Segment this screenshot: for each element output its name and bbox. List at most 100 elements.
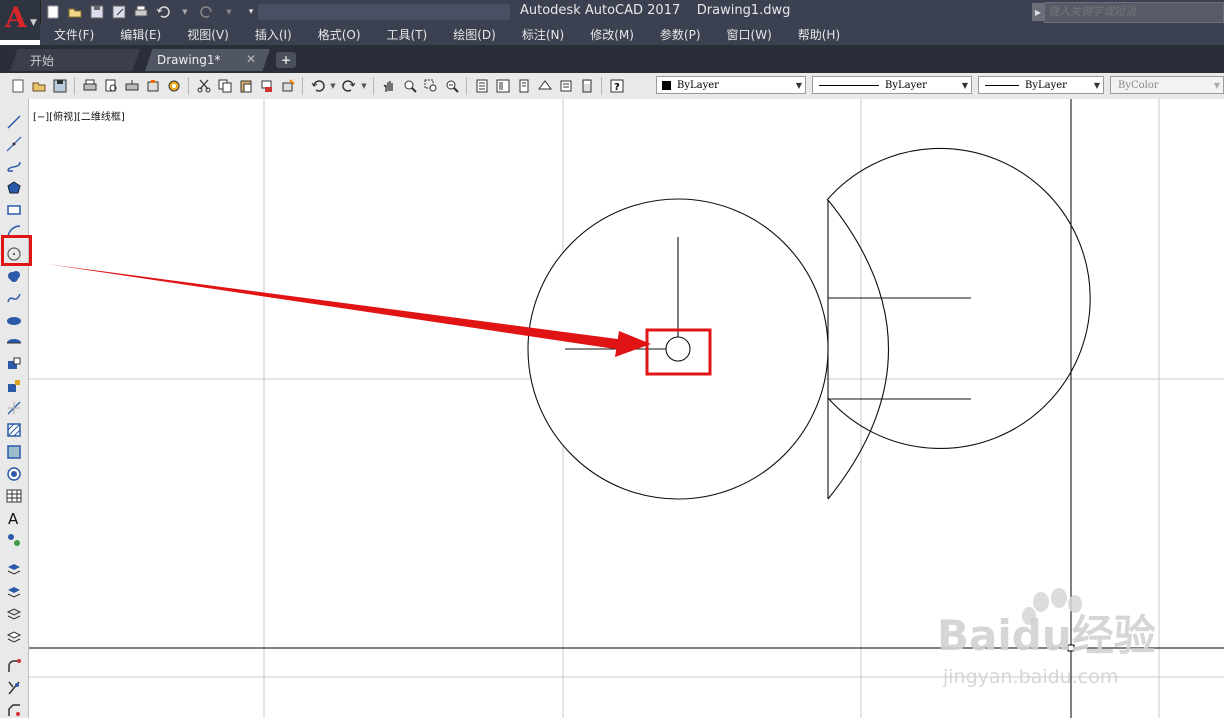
save-icon[interactable] <box>88 3 106 21</box>
layer-icon[interactable] <box>4 560 24 580</box>
table-icon[interactable] <box>4 486 24 506</box>
application-menu-button[interactable]: A ▼ <box>0 0 41 40</box>
undo-dropdown-icon[interactable]: ▼ <box>329 77 337 96</box>
menu-help[interactable]: 帮助(H) <box>784 26 852 43</box>
new-icon[interactable] <box>8 77 27 96</box>
add-selected-icon[interactable] <box>4 530 24 550</box>
polygon-icon[interactable] <box>4 178 24 198</box>
viewport-controls[interactable]: [−][俯视][二维线框] <box>33 108 125 123</box>
revision-cloud-icon[interactable] <box>4 266 24 286</box>
design-center-palette-icon[interactable] <box>493 77 512 96</box>
match-properties-icon[interactable] <box>257 77 276 96</box>
plot-style-control[interactable]: ByColor ▼ <box>1110 76 1224 94</box>
redo-dropdown-icon[interactable]: ▼ <box>220 3 238 21</box>
region-icon[interactable] <box>4 464 24 484</box>
zoom-previous-icon[interactable] <box>442 77 461 96</box>
lineweight-control[interactable]: ByLayer ▼ <box>978 76 1104 94</box>
layer-freeze-icon[interactable] <box>4 626 24 646</box>
search-input[interactable] <box>1045 3 1223 20</box>
color-control[interactable]: ByLayer ▼ <box>656 76 806 94</box>
linetype-control[interactable]: ByLayer ▼ <box>812 76 972 94</box>
calculator-icon[interactable] <box>577 77 596 96</box>
cut-icon[interactable] <box>194 77 213 96</box>
3d-print-icon[interactable] <box>143 77 162 96</box>
open-icon[interactable] <box>66 3 84 21</box>
menu-tools[interactable]: 工具(T) <box>373 26 440 43</box>
draw-toolbar: A <box>0 99 29 718</box>
menu-edit[interactable]: 编辑(E) <box>106 26 173 43</box>
properties-icon[interactable] <box>472 77 491 96</box>
layer-iso-icon[interactable] <box>4 604 24 624</box>
redo-dropdown-icon[interactable]: ▼ <box>360 77 368 96</box>
copy-icon[interactable] <box>215 77 234 96</box>
insert-block-icon[interactable] <box>4 354 24 374</box>
menu-modify[interactable]: 修改(M) <box>576 26 646 43</box>
drawing-geometry <box>527 147 1091 500</box>
close-icon[interactable]: ✕ <box>246 52 256 66</box>
gradient-icon[interactable] <box>4 442 24 462</box>
watermark-brand: Baidu经验 <box>937 611 1156 660</box>
search-box[interactable] <box>1044 2 1224 23</box>
make-block-icon[interactable] <box>4 376 24 396</box>
point-icon[interactable] <box>4 398 24 418</box>
chamfer-icon[interactable] <box>4 700 24 720</box>
undo-icon[interactable] <box>154 3 172 21</box>
chevron-down-icon[interactable]: ▼ <box>793 81 805 90</box>
construction-line-icon[interactable] <box>4 134 24 154</box>
redo-icon[interactable] <box>339 77 358 96</box>
plot-icon[interactable] <box>80 77 99 96</box>
block-editor-icon[interactable] <box>278 77 297 96</box>
new-icon[interactable] <box>44 3 62 21</box>
multiline-text-icon[interactable]: A <box>4 508 24 528</box>
search-expand-icon[interactable]: ▶ <box>1032 3 1044 21</box>
menu-bar: 文件(F) 编辑(E) 视图(V) 插入(I) 格式(O) 工具(T) 绘图(D… <box>40 24 1224 45</box>
menu-parametric[interactable]: 参数(P) <box>646 26 713 43</box>
zoom-window-icon[interactable] <box>421 77 440 96</box>
line-icon[interactable] <box>4 112 24 132</box>
tool-palettes-icon[interactable] <box>514 77 533 96</box>
menu-view[interactable]: 视图(V) <box>173 26 241 43</box>
save-icon[interactable] <box>50 77 69 96</box>
help-icon[interactable]: ? <box>607 77 626 96</box>
publish-icon[interactable] <box>122 77 141 96</box>
trim-icon[interactable] <box>4 678 24 698</box>
lineweight-value: ByLayer <box>1025 79 1067 91</box>
ellipse-arc-icon[interactable] <box>4 332 24 352</box>
markup-icon[interactable] <box>556 77 575 96</box>
sheet-set-icon[interactable] <box>535 77 554 96</box>
spline-icon[interactable] <box>4 288 24 308</box>
rectangle-icon[interactable] <box>4 200 24 220</box>
design-center-icon[interactable] <box>164 77 183 96</box>
save-as-icon[interactable] <box>110 3 128 21</box>
menu-insert[interactable]: 插入(I) <box>241 26 304 43</box>
fillet-icon[interactable] <box>4 656 24 676</box>
chevron-down-icon[interactable]: ▼ <box>1211 81 1223 90</box>
new-tab-button[interactable]: + <box>276 52 296 68</box>
menu-dimension[interactable]: 标注(N) <box>508 26 576 43</box>
chevron-down-icon[interactable]: ▼ <box>1091 81 1103 90</box>
svg-text:A: A <box>8 510 19 526</box>
undo-icon[interactable] <box>308 77 327 96</box>
hatch-icon[interactable] <box>4 420 24 440</box>
plot-style-value: ByColor <box>1118 79 1159 91</box>
undo-dropdown-icon[interactable]: ▼ <box>176 3 194 21</box>
print-icon[interactable] <box>132 3 150 21</box>
menu-format[interactable]: 格式(O) <box>304 26 373 43</box>
tab-start-label: 开始 <box>30 53 55 68</box>
menu-file[interactable]: 文件(F) <box>40 26 106 43</box>
menu-draw[interactable]: 绘图(D) <box>439 26 508 43</box>
tab-drawing1[interactable]: Drawing1* ✕ <box>145 49 270 71</box>
redo-icon[interactable] <box>198 3 216 21</box>
zoom-realtime-icon[interactable] <box>400 77 419 96</box>
tab-drawing1-label: Drawing1* <box>157 53 221 67</box>
polyline-icon[interactable] <box>4 156 24 176</box>
pan-icon[interactable] <box>379 77 398 96</box>
plot-preview-icon[interactable] <box>101 77 120 96</box>
chevron-down-icon[interactable]: ▼ <box>959 81 971 90</box>
menu-window[interactable]: 窗口(W) <box>713 26 784 43</box>
layer-prev-icon[interactable] <box>4 582 24 602</box>
tab-start[interactable]: 开始 <box>10 49 140 71</box>
paste-icon[interactable] <box>236 77 255 96</box>
open-icon[interactable] <box>29 77 48 96</box>
ellipse-icon[interactable] <box>4 310 24 330</box>
